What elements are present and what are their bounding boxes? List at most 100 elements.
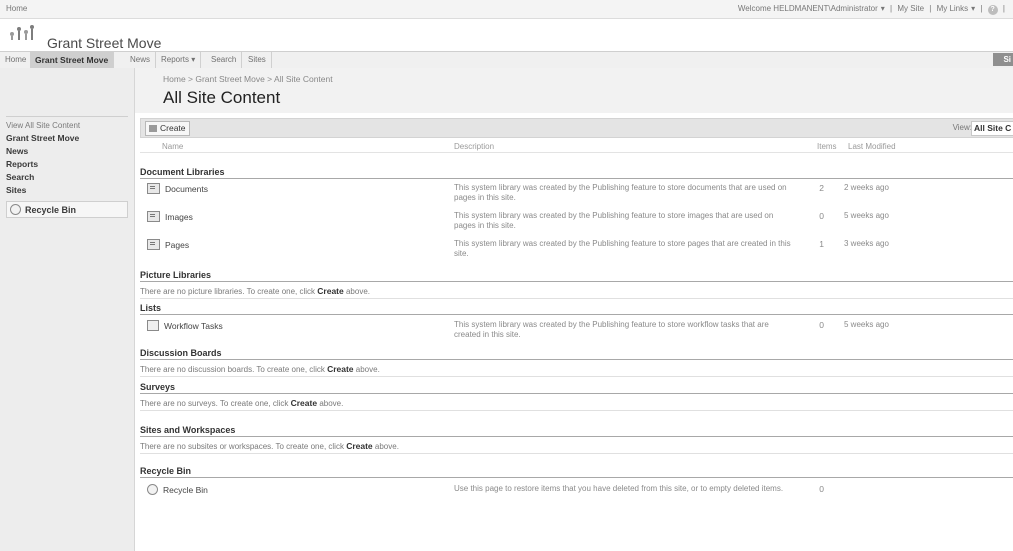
create-link[interactable]: Create [346,441,372,451]
quick-launch-item-grant-street-move[interactable]: Grant Street Move [6,131,128,144]
dropdown-arrow-icon[interactable]: ▾ [881,4,885,13]
create-link[interactable]: Create [291,398,317,408]
section-sites-and-workspaces: Sites and Workspaces [140,425,1013,437]
quick-launch-item-news[interactable]: News [6,144,128,157]
view-label: View: [952,123,972,132]
create-link[interactable]: Create [327,364,353,374]
task-list-icon [147,320,159,331]
tab-search[interactable]: Search [206,52,243,68]
item-count: 0 [819,320,824,330]
quick-launch-item-sites[interactable]: Sites [6,183,128,196]
dropdown-arrow-icon[interactable]: ▾ [971,4,975,13]
top-nav-bar: Home Grant Street Move News Reports ▾ Se… [0,51,1013,69]
help-icon[interactable]: ? [987,5,998,15]
column-header-items[interactable]: Items [817,142,837,151]
tab-grant-street-move[interactable]: Grant Street Move [30,52,115,68]
column-header-name[interactable]: Name [162,142,183,151]
tab-sites[interactable]: Sites [243,52,272,68]
item-images-link[interactable]: Images [147,211,193,222]
site-title[interactable]: Grant Street Move [47,35,161,51]
item-description: This system library was created by the P… [454,320,769,339]
quick-launch-recycle-bin[interactable]: Recycle Bin [6,201,128,218]
empty-message-suffix: above. [355,365,380,374]
empty-message-text: There are no picture libraries. To creat… [140,287,316,296]
item-count: 2 [819,183,824,193]
left-column: View All Site Content Grant Street Move … [0,68,135,551]
separator: | [929,4,932,13]
quick-launch-item-search[interactable]: Search [6,170,128,183]
view-select[interactable]: All Site C [971,121,1013,136]
item-pages-link[interactable]: Pages [147,239,189,250]
recycle-bin-label: Recycle Bin [25,204,77,215]
item-count: 0 [819,484,824,494]
item-count: 1 [819,239,824,249]
item-count: 0 [819,211,824,221]
list-toolbar: Create View: All Site C [140,118,1013,138]
empty-message-suffix: above. [319,399,344,408]
list-item: Pages This system library was created by… [140,237,1013,267]
item-name: Pages [165,239,190,250]
list-item: Workflow Tasks This system library was c… [140,318,1013,348]
empty-message: There are no surveys. To create one, cli… [140,396,1013,411]
quick-launch-item-reports[interactable]: Reports [6,157,128,170]
global-top-bar: Home Welcome HELDMANENT\Administrator ▾ |… [0,0,1013,19]
empty-message: There are no subsites or workspaces. To … [140,439,1013,454]
section-surveys: Surveys [140,382,1013,394]
section-document-libraries: Document Libraries [140,167,1013,179]
item-name: Images [165,211,193,222]
item-documents-link[interactable]: Documents [147,183,208,194]
item-workflow-tasks-link[interactable]: Workflow Tasks [147,320,223,331]
item-description: This system library was created by the P… [454,239,791,258]
column-header-last-modified[interactable]: Last Modified [848,142,896,151]
empty-message-suffix: above. [345,287,371,296]
document-library-icon [147,183,160,194]
item-description: Use this page to restore items that you … [454,484,784,493]
list-item: Recycle Bin Use this page to restore ite… [140,482,1013,512]
list-item: Images This system library was created b… [140,209,1013,239]
section-recycle-bin: Recycle Bin [140,466,1013,478]
separator: | [980,4,983,13]
document-library-icon [147,239,160,250]
section-lists: Lists [140,303,1013,315]
recycle-bin-icon [147,484,158,495]
page-title: All Site Content [163,88,281,107]
title-area: Grant Street Move [0,19,1013,51]
list-item: Documents This system library was create… [140,181,1013,211]
tab-home[interactable]: Home [0,52,33,68]
item-last-modified: 3 weeks ago [844,239,889,248]
item-last-modified: 5 weeks ago [844,320,889,329]
item-last-modified: 5 weeks ago [844,211,889,220]
page-header: Home > Grant Street Move > All Site Cont… [135,68,1013,113]
tab-reports[interactable]: Reports ▾ [156,52,202,68]
section-picture-libraries: Picture Libraries [140,270,1013,282]
create-button[interactable]: Create [145,121,190,136]
quick-launch: View All Site Content Grant Street Move … [6,116,128,218]
my-links-menu[interactable]: My Links [937,4,969,13]
empty-message-text: There are no subsites or workspaces. To … [140,442,344,451]
view-all-site-content-link[interactable]: View All Site Content [6,117,128,131]
create-link[interactable]: Create [317,286,343,296]
breadcrumb[interactable]: Home > Grant Street Move > All Site Cont… [163,74,333,84]
empty-message: There are no picture libraries. To creat… [140,284,1013,299]
empty-message-suffix: above. [374,442,399,451]
create-button-label: Create [160,123,186,133]
empty-message-text: There are no discussion boards. To creat… [140,365,325,374]
empty-message: There are no discussion boards. To creat… [140,362,1013,377]
item-description: This system library was created by the P… [454,211,774,230]
tab-news[interactable]: News [125,52,157,68]
tab-reports-label: Reports [161,55,190,64]
welcome-menu[interactable]: Welcome HELDMANENT\Administrator [738,4,878,13]
separator: | [890,4,893,13]
column-header-description[interactable]: Description [454,142,494,151]
my-site-link[interactable]: My Site [897,4,924,13]
item-name: Recycle Bin [163,484,208,495]
recycle-bin-icon [10,204,21,215]
dropdown-arrow-icon: ▾ [191,55,196,64]
item-description: This system library was created by the P… [454,183,787,202]
site-actions-button[interactable]: Si [993,53,1013,66]
section-discussion-boards: Discussion Boards [140,348,1013,360]
column-headers: Name Description Items Last Modified [140,140,1013,153]
top-home-link[interactable]: Home [6,4,27,13]
item-recycle-bin-link[interactable]: Recycle Bin [147,484,208,495]
site-logo-icon [10,25,34,40]
